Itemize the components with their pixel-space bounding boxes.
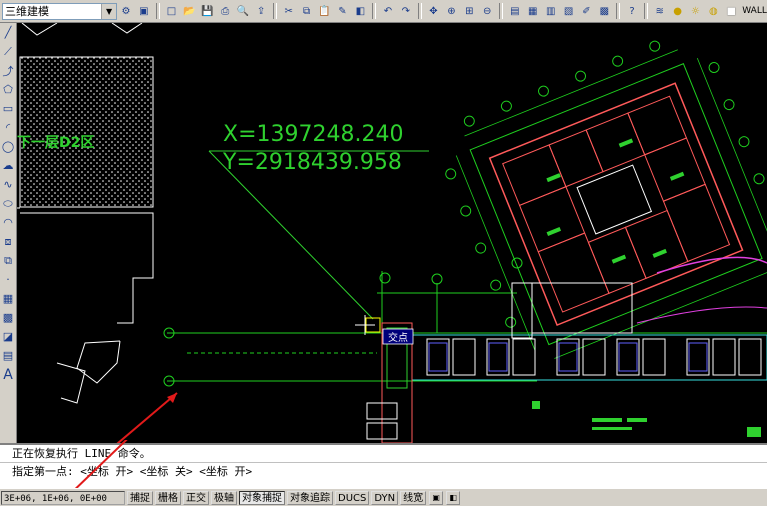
sun-icon[interactable]: ☼ bbox=[688, 2, 704, 20]
match-properties-icon[interactable]: ✎ bbox=[334, 2, 350, 20]
osnap-toggle[interactable]: 对象捕捉 bbox=[239, 490, 285, 505]
red-annotation-arrow bbox=[116, 392, 178, 443]
grid-lines bbox=[167, 271, 767, 443]
chevron-down-icon[interactable]: ▼ bbox=[101, 3, 117, 19]
point-icon[interactable]: · bbox=[0, 270, 16, 289]
preview-icon[interactable]: 🔍 bbox=[235, 2, 251, 20]
zoom-window-icon[interactable]: ⊞ bbox=[461, 2, 477, 20]
grid-toggle[interactable]: 栅格 bbox=[155, 490, 181, 505]
zone-label: 下一层D2区 bbox=[17, 135, 94, 151]
lock-icon[interactable]: ◍ bbox=[705, 2, 721, 20]
toolbar-separator bbox=[643, 3, 648, 19]
ellipse-arc-icon[interactable]: ◠ bbox=[0, 213, 16, 232]
intersection-tooltip: 交点 bbox=[388, 331, 408, 344]
calculator-icon[interactable]: ▩ bbox=[596, 2, 612, 20]
drawing-canvas[interactable]: 下一层D2区 X=1397248.240 Y=2918439.958 交点 bbox=[17, 23, 767, 443]
neighbor-building-outline bbox=[17, 23, 154, 404]
table-icon[interactable]: ▤ bbox=[0, 346, 16, 365]
command-prompt-line[interactable]: 指定第一点: <坐标 开> <坐标 关> <坐标 开> bbox=[0, 462, 767, 480]
workspace-value: 三维建模 bbox=[5, 5, 49, 18]
zoom-realtime-icon[interactable]: ⊕ bbox=[443, 2, 459, 20]
revision-cloud-icon[interactable]: ☁ bbox=[0, 156, 16, 175]
layer-name[interactable]: WALL bbox=[742, 6, 767, 16]
gradient-icon[interactable]: ▩ bbox=[0, 308, 16, 327]
block-editor-icon[interactable]: ◧ bbox=[352, 2, 368, 20]
standard-toolbar: 三维建模 ▼ ⚙ ▣ □ 📂 💾 ⎙ 🔍 ⇪ ✂ ⧉ 📋 ✎ ◧ ↶ ↷ ✥ ⊕… bbox=[0, 0, 767, 23]
pan-icon[interactable]: ✥ bbox=[426, 2, 442, 20]
design-center-icon[interactable]: ▦ bbox=[525, 2, 541, 20]
status-bar: 3E+06, 1E+06, 0E+00 捕捉 栅格 正交 极轴 对象捕捉 对象追… bbox=[0, 488, 767, 506]
zoom-previous-icon[interactable]: ⊖ bbox=[479, 2, 495, 20]
rectangle-icon[interactable]: ▭ bbox=[0, 99, 16, 118]
polar-toggle[interactable]: 极轴 bbox=[211, 490, 237, 505]
lineweight-toggle[interactable]: 线宽 bbox=[400, 490, 427, 505]
axis-bubbles bbox=[163, 257, 523, 387]
spline-icon[interactable]: ∿ bbox=[0, 175, 16, 194]
cut-icon[interactable]: ✂ bbox=[281, 2, 297, 20]
insert-block-icon[interactable]: ⧈ bbox=[0, 232, 16, 251]
model-space-icon[interactable]: ▣ bbox=[429, 490, 444, 505]
draw-toolbar: ╱ ⟋ ⤴ ⬠ ▭ ◜ ◯ ☁ ∿ ⬭ ◠ ⧈ ⧉ · ▦ ▩ ◪ ▤ A bbox=[0, 23, 17, 443]
cad-drawing: 下一层D2区 X=1397248.240 Y=2918439.958 交点 bbox=[17, 23, 767, 443]
markup-icon[interactable]: ✐ bbox=[579, 2, 595, 20]
toolbar-separator bbox=[616, 3, 621, 19]
print-icon[interactable]: ⎙ bbox=[217, 2, 233, 20]
layer-manager-icon[interactable]: ≋ bbox=[652, 2, 668, 20]
cursor-coordinates[interactable]: 3E+06, 1E+06, 0E+00 bbox=[1, 490, 125, 505]
copy-icon[interactable]: ⧉ bbox=[299, 2, 315, 20]
undo-icon[interactable]: ↶ bbox=[380, 2, 396, 20]
sheet-set-icon[interactable]: ▧ bbox=[561, 2, 577, 20]
color-square-icon[interactable]: ■ bbox=[723, 2, 739, 20]
workspace-save-icon[interactable]: ▣ bbox=[136, 2, 152, 20]
ellipse-icon[interactable]: ⬭ bbox=[0, 194, 16, 213]
make-block-icon[interactable]: ⧉ bbox=[0, 251, 16, 270]
dyn-toggle[interactable]: DYN bbox=[371, 490, 399, 505]
help-icon[interactable]: ? bbox=[624, 2, 640, 20]
toolbar-separator bbox=[417, 3, 422, 19]
parking-area bbox=[366, 282, 767, 443]
intersection-marker: 交点 bbox=[365, 317, 414, 345]
property-boundary-arc bbox=[656, 256, 767, 274]
toolbar-separator bbox=[155, 3, 160, 19]
command-history-line: 正在恢复执行 LINE 命令。 bbox=[12, 447, 151, 460]
save-icon[interactable]: 💾 bbox=[199, 2, 215, 20]
region-icon[interactable]: ◪ bbox=[0, 327, 16, 346]
coord-x-text: X=1397248.240 bbox=[223, 122, 403, 147]
multiline-text-icon[interactable]: A bbox=[0, 365, 16, 384]
open-icon[interactable]: 📂 bbox=[181, 2, 197, 20]
leader-line bbox=[208, 150, 374, 320]
toolbar-separator bbox=[372, 3, 376, 19]
properties-icon[interactable]: ▤ bbox=[507, 2, 523, 20]
paste-icon[interactable]: 📋 bbox=[317, 2, 333, 20]
polyline-icon[interactable]: ⤴ bbox=[0, 61, 16, 80]
toolbar-separator bbox=[273, 3, 277, 19]
snap-toggle[interactable]: 捕捉 bbox=[127, 490, 153, 505]
tool-palettes-icon[interactable]: ▥ bbox=[543, 2, 559, 20]
coordinate-readout: X=1397248.240 Y=2918439.958 bbox=[209, 122, 429, 175]
new-icon[interactable]: □ bbox=[164, 2, 180, 20]
coord-y-text: Y=2918439.958 bbox=[222, 150, 402, 175]
main-building bbox=[445, 40, 767, 359]
otrack-toggle[interactable]: 对象追踪 bbox=[287, 490, 333, 505]
lightbulb-icon[interactable]: ● bbox=[670, 2, 686, 20]
arc-icon[interactable]: ◜ bbox=[0, 118, 16, 137]
workspace-dropdown[interactable]: 三维建模 ▼ bbox=[2, 2, 118, 20]
construction-line-icon[interactable]: ⟋ bbox=[0, 42, 16, 61]
command-line[interactable]: 正在恢复执行 LINE 命令。 指定第一点: <坐标 开> <坐标 关> <坐标… bbox=[0, 443, 767, 488]
line-icon[interactable]: ╱ bbox=[0, 23, 16, 42]
redo-icon[interactable]: ↷ bbox=[398, 2, 414, 20]
annotation-blocks bbox=[532, 401, 761, 437]
workspace-settings-icon[interactable]: ⚙ bbox=[118, 2, 134, 20]
polygon-icon[interactable]: ⬠ bbox=[0, 80, 16, 99]
publish-icon[interactable]: ⇪ bbox=[253, 2, 269, 20]
tray-settings-icon[interactable]: ◧ bbox=[446, 490, 461, 505]
circle-icon[interactable]: ◯ bbox=[0, 137, 16, 156]
ducs-toggle[interactable]: DUCS bbox=[335, 490, 370, 505]
ortho-toggle[interactable]: 正交 bbox=[183, 490, 209, 505]
hatch-icon[interactable]: ▦ bbox=[0, 289, 16, 308]
toolbar-separator bbox=[499, 3, 503, 19]
